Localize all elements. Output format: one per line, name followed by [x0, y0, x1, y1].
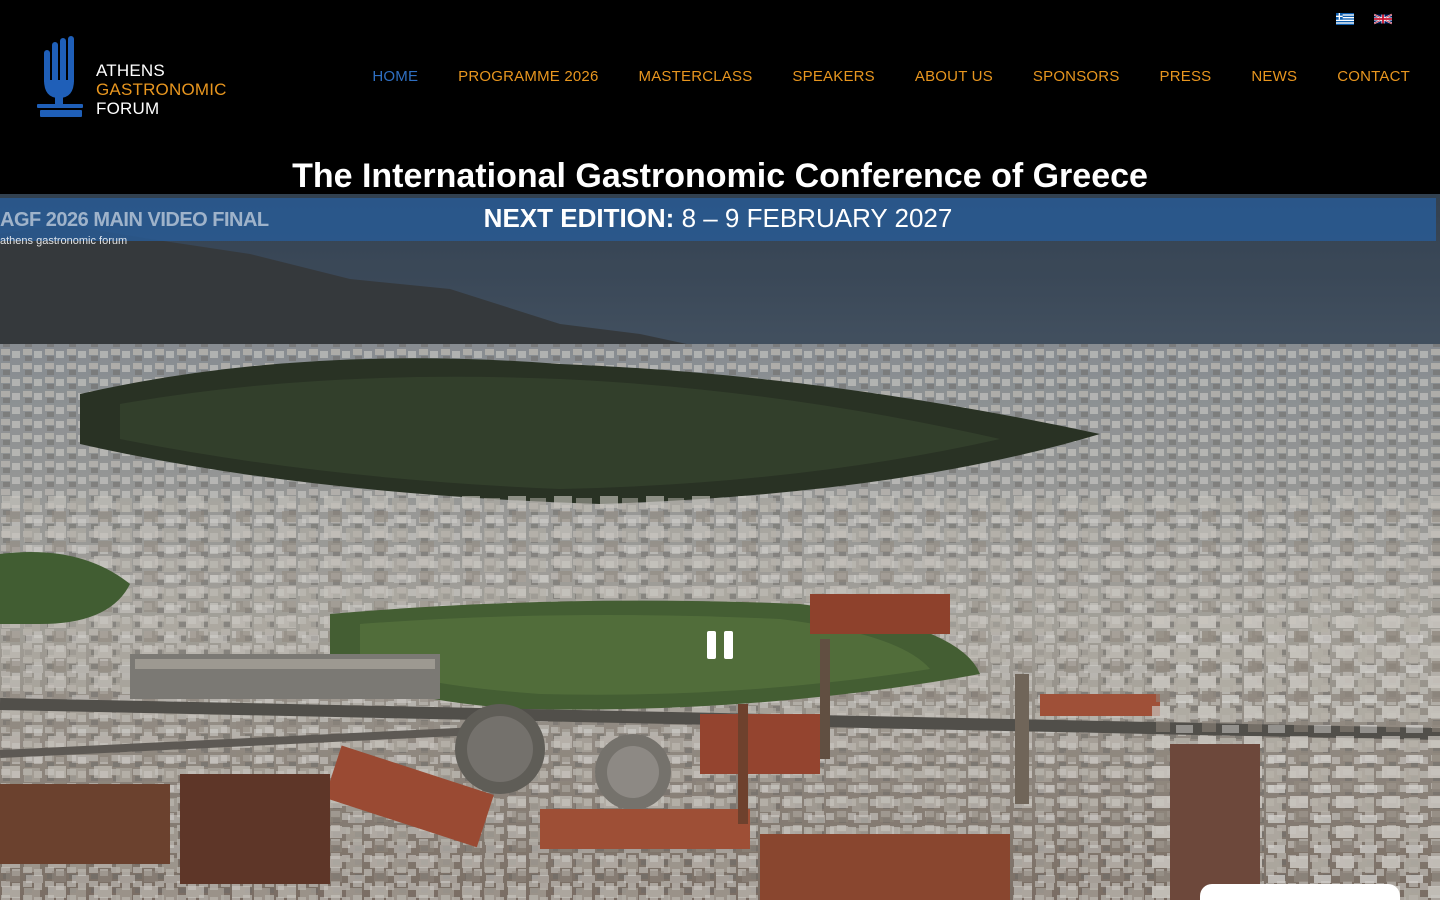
language-switch — [1336, 13, 1392, 25]
uk-flag-icon[interactable] — [1374, 13, 1392, 25]
logo-text: ATHENS GASTRONOMIC FORUM — [96, 61, 227, 118]
page: ATHENS GASTRONOMIC FORUM HOME PROGRAMME … — [0, 0, 1440, 900]
nav-item-contact[interactable]: CONTACT — [1337, 67, 1410, 87]
nav-item-news[interactable]: NEWS — [1251, 67, 1297, 87]
next-edition-label: NEXT EDITION: — [483, 203, 675, 233]
pause-icon[interactable] — [707, 631, 733, 663]
video-channel-name[interactable]: athens gastronomic forum — [0, 235, 127, 247]
logo-line-2: GASTRONOMIC — [96, 80, 227, 99]
aerial-city-video-frame — [0, 194, 1440, 900]
floating-widget[interactable] — [1200, 884, 1400, 900]
nav-item-sponsors[interactable]: SPONSORS — [1033, 67, 1120, 87]
logo-line-3: FORUM — [96, 99, 160, 118]
greek-flag-icon[interactable] — [1336, 13, 1354, 25]
main-navigation: HOME PROGRAMME 2026 MASTERCLASS SPEAKERS… — [332, 67, 1410, 87]
nav-item-speakers[interactable]: SPEAKERS — [792, 67, 874, 87]
hero-video[interactable] — [0, 194, 1440, 900]
hand-fork-icon — [37, 36, 83, 117]
site-logo[interactable]: ATHENS GASTRONOMIC FORUM — [36, 36, 227, 118]
next-edition-dates: 8 – 9 FEBRUARY 2027 — [674, 203, 953, 233]
nav-item-about-us[interactable]: ABOUT US — [915, 67, 993, 87]
nav-item-press[interactable]: PRESS — [1160, 67, 1212, 87]
nav-item-programme-2026[interactable]: PROGRAMME 2026 — [458, 67, 598, 87]
nav-item-home[interactable]: HOME — [372, 67, 418, 87]
hero-title: The International Gastronomic Conference… — [292, 157, 1148, 195]
pause-bar-left — [707, 631, 716, 659]
video-title[interactable]: AGF 2026 MAIN VIDEO FINAL — [0, 209, 269, 232]
logo-line-1: ATHENS — [96, 61, 165, 80]
nav-item-masterclass[interactable]: MASTERCLASS — [639, 67, 753, 87]
pause-bar-right — [724, 631, 733, 659]
